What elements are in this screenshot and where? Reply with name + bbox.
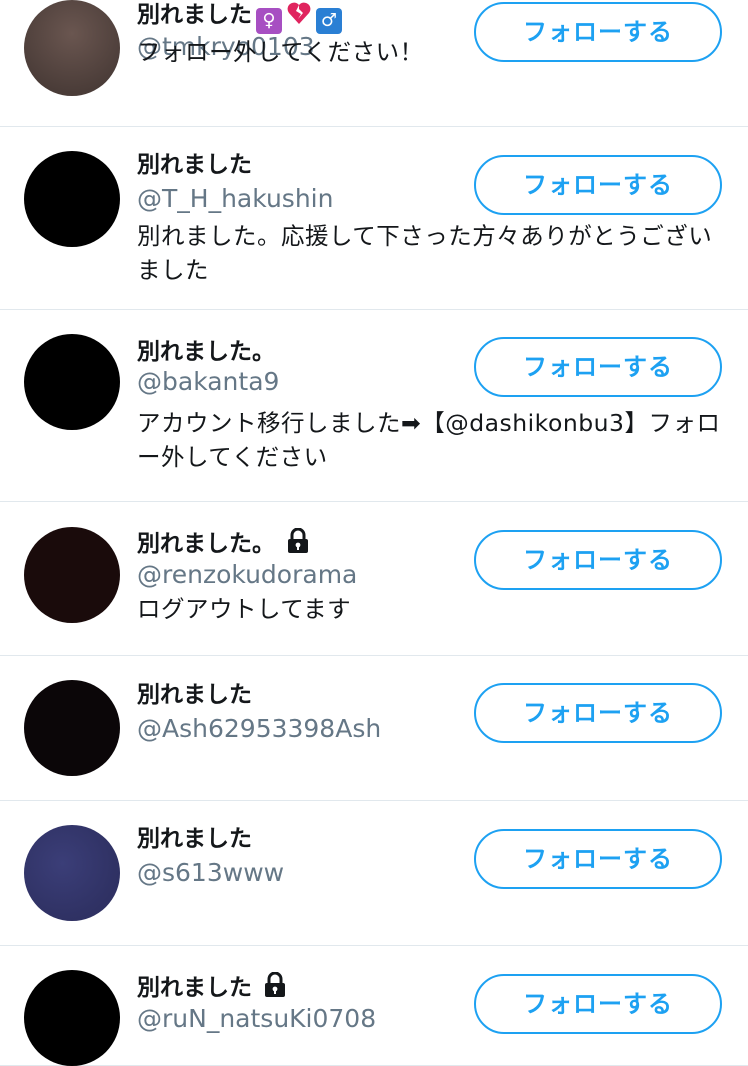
avatar[interactable]	[24, 334, 120, 430]
avatar[interactable]	[24, 825, 120, 921]
user-bio: 別れました。応援して下さった方々ありがとうございました	[137, 222, 713, 284]
follow-button[interactable]: フォローする	[474, 337, 722, 397]
mens-room-icon: ♂	[316, 8, 342, 34]
display-name: 別れました	[137, 681, 252, 709]
broken-heart-icon	[286, 0, 312, 26]
follow-button[interactable]: フォローする	[474, 829, 722, 889]
display-name-text: 別れました	[137, 682, 252, 708]
display-name-text: 別れました。	[137, 531, 275, 557]
user-handle: @Ash62953398Ash	[137, 714, 382, 743]
lock-icon	[264, 971, 286, 998]
display-name: 別れました。	[137, 338, 275, 366]
display-name: 別れました	[137, 971, 286, 1002]
user-bio: ログアウトしてます	[137, 595, 352, 623]
avatar[interactable]	[24, 680, 120, 776]
user-row[interactable]: 別れました @Ash62953398Ash フォローする	[0, 656, 748, 801]
avatar[interactable]	[24, 151, 120, 247]
womens-room-icon: ♀	[256, 8, 282, 34]
display-name: 別れました。	[137, 527, 309, 558]
follow-button[interactable]: フォローする	[474, 683, 722, 743]
user-bio: アカウント移行しました➡【@dashikonbu3】フォロー外してください	[137, 409, 721, 471]
follow-button[interactable]: フォローする	[474, 530, 722, 590]
display-name: 別れました	[137, 151, 252, 179]
display-name-text: 別れました	[137, 975, 252, 1001]
user-row[interactable]: 別れました @T_H_hakushin 別れました。応援して下さった方々ありがとうご…	[0, 127, 748, 310]
user-row[interactable]: 別れました @ruN_natsuKi0708 フォローする	[0, 946, 748, 1066]
display-name-text: 別れました	[137, 826, 252, 852]
avatar[interactable]	[24, 527, 120, 623]
user-row[interactable]: 別れました。 @renzokudorama ログアウトしてます フォローする	[0, 502, 748, 656]
display-name: 別れました	[137, 825, 252, 853]
user-row[interactable]: 別れました。 @bakanta9 アカウント移行しました➡【@dashikonbu3…	[0, 310, 748, 502]
display-name: 別れました ♀ ♂	[137, 0, 342, 34]
user-row[interactable]: 別れました @s613www フォローする	[0, 801, 748, 946]
follow-button[interactable]: フォローする	[474, 974, 722, 1034]
display-name-text: 別れました	[137, 152, 252, 178]
avatar[interactable]	[24, 0, 120, 96]
follow-button[interactable]: フォローする	[474, 155, 722, 215]
user-handle: @bakanta9	[137, 367, 280, 396]
user-handle: @renzokudorama	[137, 560, 358, 589]
user-handle: @ruN_natsuKi0708	[137, 1004, 377, 1033]
follow-button[interactable]: フォローする	[474, 2, 722, 62]
user-handle: @T_H_hakushin	[137, 184, 334, 213]
display-name-text: 別れました。	[137, 339, 275, 365]
user-handle: @s613www	[137, 858, 285, 887]
display-name-text: 別れました	[137, 2, 252, 28]
user-row[interactable]: 別れました ♀ ♂ @tmkryo0103 フォロー外してください！ フォローする	[0, 0, 748, 127]
lock-icon	[287, 527, 309, 554]
avatar[interactable]	[24, 970, 120, 1066]
